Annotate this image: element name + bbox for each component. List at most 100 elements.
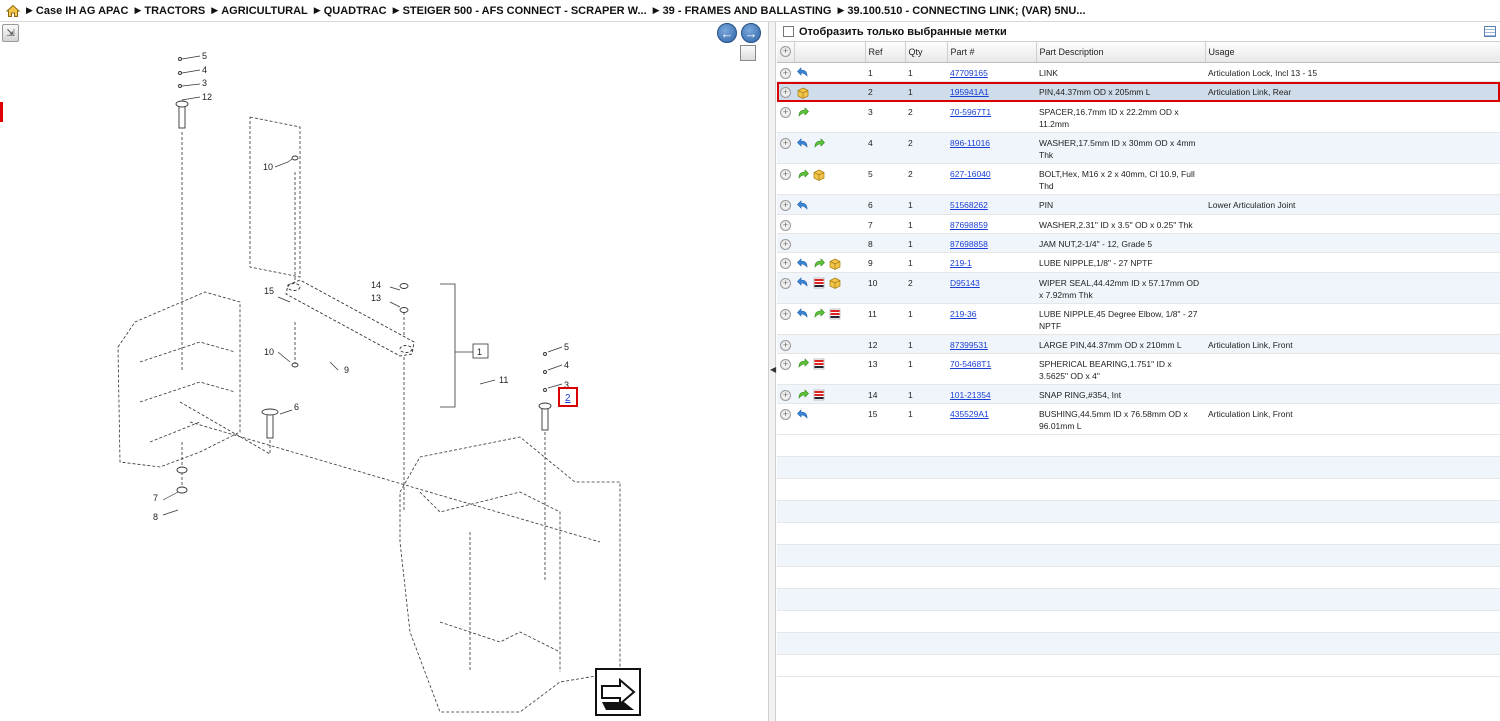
part-number-link[interactable]: 896-11016 [950, 138, 990, 148]
back-arrow-icon[interactable] [797, 138, 809, 150]
expand-row-icon[interactable]: + [780, 339, 791, 351]
column-header-qty[interactable]: Qty [905, 42, 948, 63]
expand-cell[interactable]: + [777, 163, 794, 195]
package-icon[interactable] [829, 277, 841, 290]
expand-row-icon[interactable]: + [780, 138, 791, 149]
breadcrumb-item[interactable]: Case IH AG APAC [36, 5, 129, 17]
part-number-link[interactable]: 51568262 [950, 200, 988, 210]
column-header-usage[interactable]: Usage [1205, 42, 1500, 63]
expand-cell[interactable]: + [777, 81, 794, 102]
table-row[interactable]: +2 1 195941A1 PIN,44.37mm OD x 205mm L Artic… [777, 81, 1500, 102]
expand-cell[interactable]: + [777, 194, 794, 215]
expand-all-header[interactable]: + [777, 42, 795, 63]
breadcrumb-item[interactable]: 39.100.510 - CONNECTING LINK; (VAR) 5NU.… [847, 5, 1085, 17]
table-row[interactable]: +8 1 87698858 JAM NUT,2-1/4" - 12, Grade 5 [777, 233, 1500, 253]
back-arrow-icon[interactable] [797, 67, 809, 79]
list-icon[interactable] [813, 358, 825, 370]
expand-cell[interactable]: + [777, 132, 794, 164]
back-arrow-icon[interactable] [797, 200, 809, 212]
breadcrumb-item[interactable]: TRACTORS [144, 5, 205, 17]
expand-cell[interactable]: + [777, 101, 794, 133]
expand-cell[interactable]: + [777, 384, 794, 405]
show-selected-only-label[interactable]: Отобразить только выбранные метки [799, 26, 1007, 38]
expand-row-icon[interactable]: + [780, 238, 791, 250]
expand-cell[interactable]: + [777, 353, 794, 385]
forward-arrow-icon[interactable] [813, 138, 825, 150]
expand-all-icon[interactable]: + [780, 46, 791, 58]
expand-cell[interactable]: + [777, 303, 794, 335]
back-arrow-icon[interactable] [797, 277, 809, 289]
table-row[interactable]: +7 1 87698859 WASHER,2.31" ID x 3.5" OD x 0… [777, 214, 1500, 234]
table-row[interactable]: +12 1 87399531 LARGE PIN,44.37mm OD x 210mm… [777, 334, 1500, 354]
expand-row-icon[interactable]: + [780, 219, 791, 231]
part-number-link[interactable]: 219-36 [950, 309, 976, 319]
table-row[interactable]: +10 2 D95143 WIPER SEAL,44.42mm ID x 57.17m… [777, 272, 1500, 304]
column-header-description[interactable]: Part Description [1036, 42, 1206, 63]
package-icon[interactable] [813, 169, 825, 181]
expand-row-icon[interactable]: + [780, 308, 791, 320]
list-icon[interactable] [813, 389, 825, 401]
forward-arrow-icon[interactable] [797, 107, 809, 119]
package-icon[interactable] [829, 258, 841, 270]
column-header-ref[interactable]: Ref [865, 42, 906, 63]
table-row[interactable]: +5 2 627-16040 BOLT,Hex, M16 x 2 x 40mm, Cl… [777, 163, 1500, 195]
part-number-link[interactable]: 87698859 [950, 220, 988, 230]
expand-row-icon[interactable]: + [780, 389, 791, 401]
breadcrumb-item[interactable]: AGRICULTURAL [221, 5, 308, 17]
back-arrow-icon[interactable] [797, 409, 809, 421]
part-number-link[interactable]: 87399531 [950, 340, 988, 350]
column-header-part[interactable]: Part # [947, 42, 1037, 63]
expand-row-icon[interactable]: + [780, 409, 791, 421]
pane-splitter[interactable]: ◀ [768, 22, 776, 721]
grid-view-icon[interactable] [1484, 26, 1496, 37]
table-row[interactable]: +13 1 70-5468T1 SPHERICAL BEARING,1.751" ID… [777, 353, 1500, 385]
back-arrow-icon[interactable] [797, 257, 809, 270]
part-number-link[interactable]: 87698858 [950, 239, 988, 249]
part-number-link[interactable]: 219-1 [950, 258, 972, 268]
collapse-arrow-icon[interactable]: ◀ [770, 365, 776, 374]
expand-cell[interactable]: + [777, 403, 794, 436]
breadcrumb-item[interactable]: QUADTRAC [324, 5, 387, 17]
part-number-link[interactable]: 435529A1 [950, 409, 989, 419]
forward-arrow-icon[interactable] [813, 257, 825, 270]
expand-cell[interactable]: + [777, 233, 794, 253]
package-icon[interactable] [797, 87, 809, 99]
list-icon[interactable] [829, 308, 841, 320]
home-icon[interactable] [6, 4, 20, 18]
table-row[interactable]: +1 1 47709165 LINK Articulation Lock, Incl 1… [777, 62, 1500, 83]
expand-cell[interactable]: + [777, 62, 794, 83]
part-number-link[interactable]: D95143 [950, 278, 980, 288]
table-row[interactable]: +11 1 219-36 LUBE NIPPLE,45 Degree Elbow, 1… [777, 303, 1500, 335]
list-icon[interactable] [813, 277, 825, 289]
expand-row-icon[interactable]: + [780, 87, 791, 99]
expand-cell[interactable]: + [777, 272, 794, 304]
part-number-link[interactable]: 70-5468T1 [950, 359, 991, 369]
forward-arrow-icon[interactable] [813, 308, 825, 320]
expand-row-icon[interactable]: + [780, 277, 791, 289]
table-row[interactable]: +14 1 101-21354 SNAP RING,#354, Int [777, 384, 1500, 405]
table-row[interactable]: +15 1 435529A1 BUSHING,44.5mm ID x 76.58mm … [777, 403, 1500, 436]
expand-row-icon[interactable]: + [780, 107, 791, 118]
table-row[interactable]: +4 2 896-11016 WASHER,17.5mm ID x 30mm OD x… [777, 132, 1500, 164]
forward-arrow-icon[interactable] [797, 358, 809, 370]
expand-row-icon[interactable]: + [780, 169, 791, 180]
expand-row-icon[interactable]: + [780, 67, 791, 79]
expand-row-icon[interactable]: + [780, 257, 791, 269]
show-selected-only-checkbox[interactable] [783, 26, 794, 37]
breadcrumb-item[interactable]: 39 - FRAMES AND BALLASTING [663, 5, 832, 17]
back-arrow-icon[interactable] [797, 308, 809, 320]
expand-cell[interactable]: + [777, 214, 794, 234]
table-row[interactable]: +3 2 70-5967T1 SPACER,16.7mm ID x 22.2mm OD… [777, 101, 1500, 133]
forward-arrow-icon[interactable] [797, 169, 809, 181]
part-number-link[interactable]: 195941A1 [950, 87, 989, 97]
part-number-link[interactable]: 70-5967T1 [950, 107, 991, 117]
expand-row-icon[interactable]: + [780, 358, 791, 370]
expand-cell[interactable]: + [777, 252, 794, 273]
part-number-link[interactable]: 627-16040 [950, 169, 991, 179]
part-number-link[interactable]: 47709165 [950, 68, 988, 78]
part-number-link[interactable]: 101-21354 [950, 390, 991, 400]
expand-row-icon[interactable]: + [780, 200, 791, 211]
breadcrumb-item[interactable]: STEIGER 500 - AFS CONNECT - SCRAPER W... [403, 5, 647, 17]
table-row[interactable]: +9 1 219-1 LUBE NIPPLE,1/8" - 27 NPTF [777, 252, 1500, 273]
expand-cell[interactable]: + [777, 334, 794, 354]
